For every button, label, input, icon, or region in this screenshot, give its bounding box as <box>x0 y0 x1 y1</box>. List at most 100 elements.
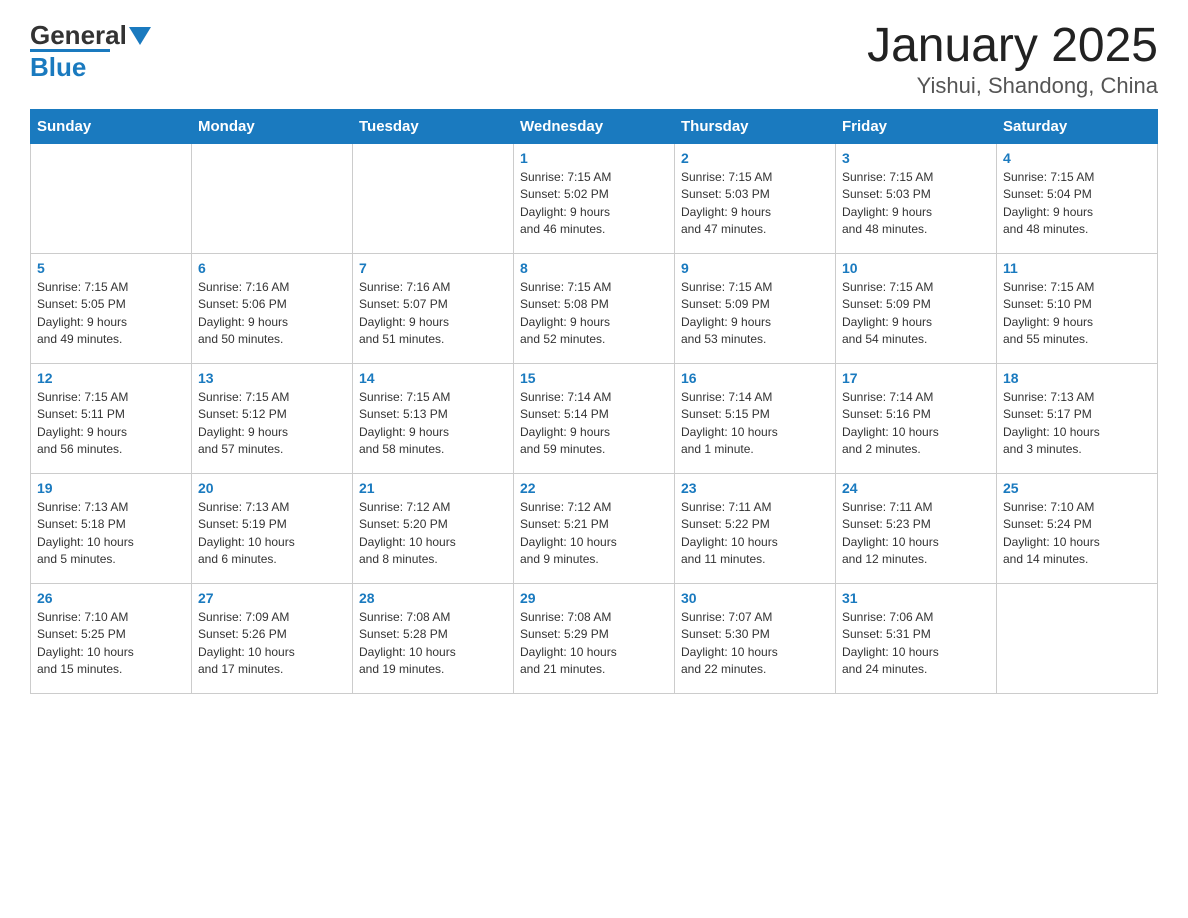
day-info: Sunrise: 7:13 AM Sunset: 5:18 PM Dayligh… <box>37 499 185 569</box>
calendar-week-row: 5Sunrise: 7:15 AM Sunset: 5:05 PM Daylig… <box>31 253 1158 363</box>
title-block: January 2025 Yishui, Shandong, China <box>867 20 1158 99</box>
day-info: Sunrise: 7:13 AM Sunset: 5:17 PM Dayligh… <box>1003 389 1151 459</box>
day-info: Sunrise: 7:11 AM Sunset: 5:22 PM Dayligh… <box>681 499 829 569</box>
calendar-cell: 16Sunrise: 7:14 AM Sunset: 5:15 PM Dayli… <box>675 363 836 473</box>
day-info: Sunrise: 7:15 AM Sunset: 5:09 PM Dayligh… <box>842 279 990 349</box>
day-number: 29 <box>520 590 668 606</box>
col-sunday: Sunday <box>31 109 192 143</box>
day-info: Sunrise: 7:08 AM Sunset: 5:28 PM Dayligh… <box>359 609 507 679</box>
day-info: Sunrise: 7:15 AM Sunset: 5:05 PM Dayligh… <box>37 279 185 349</box>
calendar-cell: 26 Sunrise: 7:10 AM Sunset: 5:25 PM Dayli… <box>31 583 192 693</box>
calendar-cell: 19 Sunrise: 7:13 AM Sunset: 5:18 PM Dayli… <box>31 473 192 583</box>
calendar-cell: 10 Sunrise: 7:15 AM Sunset: 5:09 PM Dayli… <box>836 253 997 363</box>
calendar-cell: 31 Sunrise: 7:06 AM Sunset: 5:31 PM Dayli… <box>836 583 997 693</box>
day-number: 17 <box>842 370 990 386</box>
calendar-cell <box>997 583 1158 693</box>
logo-text-blue: Blue <box>30 52 86 82</box>
day-info: Sunrise: 7:14 AM Sunset: 5:14 PM Dayligh… <box>520 389 668 459</box>
day-number: 4 <box>1003 150 1151 166</box>
calendar-cell: 28 Sunrise: 7:08 AM Sunset: 5:28 PM Dayli… <box>353 583 514 693</box>
day-info: Sunrise: 7:15 AM Sunset: 5:02 PM Dayligh… <box>520 169 668 239</box>
calendar-cell: 4 Sunrise: 7:15 AM Sunset: 5:04 PM Daylig… <box>997 143 1158 253</box>
day-info: Sunrise: 7:09 AM Sunset: 5:26 PM Dayligh… <box>198 609 346 679</box>
logo: General Blue <box>30 20 151 83</box>
calendar-cell: 8Sunrise: 7:15 AM Sunset: 5:08 PM Daylig… <box>514 253 675 363</box>
calendar-cell: 1 Sunrise: 7:15 AM Sunset: 5:02 PM Daylig… <box>514 143 675 253</box>
calendar-cell <box>31 143 192 253</box>
day-number: 9 <box>681 260 829 276</box>
day-number: 18 <box>1003 370 1151 386</box>
calendar-cell: 7 Sunrise: 7:16 AM Sunset: 5:07 PM Daylig… <box>353 253 514 363</box>
calendar-cell: 22 Sunrise: 7:12 AM Sunset: 5:21 PM Dayli… <box>514 473 675 583</box>
day-number: 6 <box>198 260 346 276</box>
day-info: Sunrise: 7:15 AM Sunset: 5:12 PM Dayligh… <box>198 389 346 459</box>
day-number: 28 <box>359 590 507 606</box>
page-header: General Blue January 2025 Yishui, Shando… <box>0 0 1188 109</box>
day-info: Sunrise: 7:10 AM Sunset: 5:25 PM Dayligh… <box>37 609 185 679</box>
col-saturday: Saturday <box>997 109 1158 143</box>
day-info: Sunrise: 7:15 AM Sunset: 5:04 PM Dayligh… <box>1003 169 1151 239</box>
calendar-cell: 12 Sunrise: 7:15 AM Sunset: 5:11 PM Dayli… <box>31 363 192 473</box>
calendar-cell: 25Sunrise: 7:10 AM Sunset: 5:24 PM Dayli… <box>997 473 1158 583</box>
calendar-cell: 18 Sunrise: 7:13 AM Sunset: 5:17 PM Dayli… <box>997 363 1158 473</box>
day-number: 1 <box>520 150 668 166</box>
day-number: 2 <box>681 150 829 166</box>
calendar-cell: 30Sunrise: 7:07 AM Sunset: 5:30 PM Dayli… <box>675 583 836 693</box>
day-number: 26 <box>37 590 185 606</box>
day-info: Sunrise: 7:08 AM Sunset: 5:29 PM Dayligh… <box>520 609 668 679</box>
calendar-week-row: 19 Sunrise: 7:13 AM Sunset: 5:18 PM Dayli… <box>31 473 1158 583</box>
day-number: 15 <box>520 370 668 386</box>
calendar-cell <box>353 143 514 253</box>
day-info: Sunrise: 7:15 AM Sunset: 5:13 PM Dayligh… <box>359 389 507 459</box>
calendar-cell: 27 Sunrise: 7:09 AM Sunset: 5:26 PM Dayli… <box>192 583 353 693</box>
day-number: 24 <box>842 480 990 496</box>
calendar-week-row: 12 Sunrise: 7:15 AM Sunset: 5:11 PM Dayli… <box>31 363 1158 473</box>
col-monday: Monday <box>192 109 353 143</box>
day-number: 12 <box>37 370 185 386</box>
day-number: 31 <box>842 590 990 606</box>
calendar-cell: 23Sunrise: 7:11 AM Sunset: 5:22 PM Dayli… <box>675 473 836 583</box>
day-info: Sunrise: 7:06 AM Sunset: 5:31 PM Dayligh… <box>842 609 990 679</box>
day-info: Sunrise: 7:14 AM Sunset: 5:16 PM Dayligh… <box>842 389 990 459</box>
day-info: Sunrise: 7:12 AM Sunset: 5:20 PM Dayligh… <box>359 499 507 569</box>
day-number: 30 <box>681 590 829 606</box>
day-info: Sunrise: 7:11 AM Sunset: 5:23 PM Dayligh… <box>842 499 990 569</box>
day-info: Sunrise: 7:13 AM Sunset: 5:19 PM Dayligh… <box>198 499 346 569</box>
calendar-cell: 13 Sunrise: 7:15 AM Sunset: 5:12 PM Dayli… <box>192 363 353 473</box>
logo-text-general: General <box>30 20 127 51</box>
calendar-cell: 15 Sunrise: 7:14 AM Sunset: 5:14 PM Dayli… <box>514 363 675 473</box>
calendar-cell <box>192 143 353 253</box>
day-number: 11 <box>1003 260 1151 276</box>
day-info: Sunrise: 7:15 AM Sunset: 5:10 PM Dayligh… <box>1003 279 1151 349</box>
calendar-wrapper: Sunday Monday Tuesday Wednesday Thursday… <box>0 109 1188 724</box>
day-number: 13 <box>198 370 346 386</box>
calendar-week-row: 1 Sunrise: 7:15 AM Sunset: 5:02 PM Daylig… <box>31 143 1158 253</box>
day-number: 20 <box>198 480 346 496</box>
logo-triangle-icon <box>129 27 151 47</box>
calendar-cell: 11 Sunrise: 7:15 AM Sunset: 5:10 PM Dayli… <box>997 253 1158 363</box>
day-number: 16 <box>681 370 829 386</box>
day-info: Sunrise: 7:12 AM Sunset: 5:21 PM Dayligh… <box>520 499 668 569</box>
day-number: 7 <box>359 260 507 276</box>
col-thursday: Thursday <box>675 109 836 143</box>
day-number: 3 <box>842 150 990 166</box>
day-number: 10 <box>842 260 990 276</box>
day-info: Sunrise: 7:15 AM Sunset: 5:09 PM Dayligh… <box>681 279 829 349</box>
day-number: 27 <box>198 590 346 606</box>
col-wednesday: Wednesday <box>514 109 675 143</box>
day-info: Sunrise: 7:15 AM Sunset: 5:11 PM Dayligh… <box>37 389 185 459</box>
page-title: January 2025 <box>867 20 1158 73</box>
day-info: Sunrise: 7:15 AM Sunset: 5:08 PM Dayligh… <box>520 279 668 349</box>
calendar-cell: 29 Sunrise: 7:08 AM Sunset: 5:29 PM Dayli… <box>514 583 675 693</box>
day-info: Sunrise: 7:16 AM Sunset: 5:07 PM Dayligh… <box>359 279 507 349</box>
calendar-body: 1 Sunrise: 7:15 AM Sunset: 5:02 PM Daylig… <box>31 143 1158 693</box>
calendar-cell: 9 Sunrise: 7:15 AM Sunset: 5:09 PM Daylig… <box>675 253 836 363</box>
day-info: Sunrise: 7:15 AM Sunset: 5:03 PM Dayligh… <box>681 169 829 239</box>
day-number: 19 <box>37 480 185 496</box>
day-info: Sunrise: 7:15 AM Sunset: 5:03 PM Dayligh… <box>842 169 990 239</box>
day-info: Sunrise: 7:16 AM Sunset: 5:06 PM Dayligh… <box>198 279 346 349</box>
calendar-cell: 20 Sunrise: 7:13 AM Sunset: 5:19 PM Dayli… <box>192 473 353 583</box>
page-subtitle: Yishui, Shandong, China <box>867 73 1158 99</box>
day-number: 22 <box>520 480 668 496</box>
calendar-week-row: 26 Sunrise: 7:10 AM Sunset: 5:25 PM Dayli… <box>31 583 1158 693</box>
